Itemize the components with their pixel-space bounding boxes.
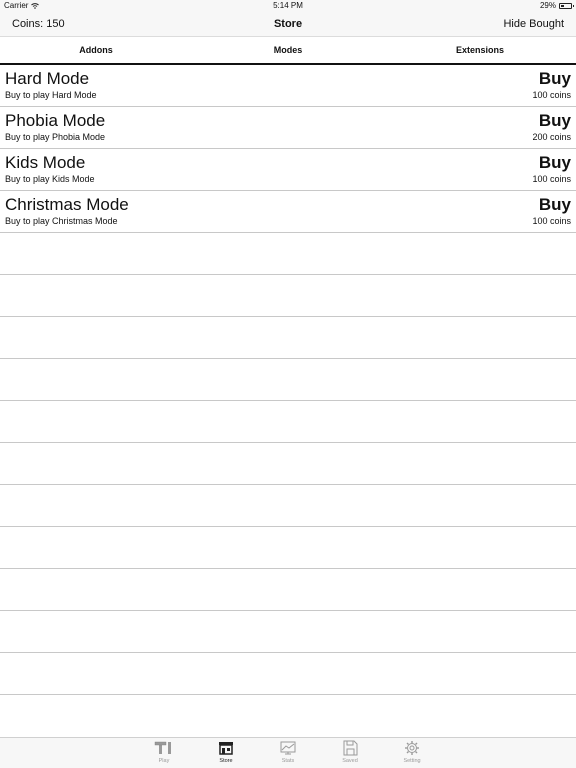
store-item-christmas-mode[interactable]: Christmas Mode Buy to play Christmas Mod… [0,191,576,233]
item-subtitle: Buy to play Christmas Mode [5,216,118,226]
tab-extensions[interactable]: Extensions [384,37,576,63]
tab-saved[interactable]: Saved [330,740,370,765]
battery-icon [559,3,574,9]
item-title: Hard Mode [5,69,90,88]
tab-label: Stats [281,758,295,764]
navigation-bar: Coins: 150 Store Hide Bought [0,12,576,37]
tab-addons[interactable]: Addons [0,37,192,63]
item-subtitle: Buy to play Hard Mode [5,90,97,100]
store-item-hard-mode[interactable]: Hard Mode Buy to play Hard Mode Buy 100 … [0,65,576,107]
empty-row [0,401,576,443]
item-title: Kids Mode [5,153,86,172]
battery-fill [561,5,564,7]
empty-row [0,653,576,695]
tab-label: Saved [342,758,358,764]
tab-store[interactable]: Store [206,740,246,765]
item-title: Christmas Mode [5,195,129,214]
tab-label: Setting [403,758,421,764]
empty-row [0,611,576,653]
item-price: 100 coins [532,216,571,226]
hide-bought-button[interactable]: Hide Bought [503,12,564,36]
store-category-tabs: Addons Modes Extensions [0,37,576,65]
status-time: 5:14 PM [273,1,303,10]
store-item-phobia-mode[interactable]: Phobia Mode Buy to play Phobia Mode Buy … [0,107,576,149]
bottom-tab-bar: Play Store Stats Saved Setting [0,737,576,768]
tab-stats[interactable]: Stats [268,740,308,765]
status-right: 29% [539,0,574,12]
buy-button[interactable]: Buy [539,194,571,215]
item-price: 100 coins [532,90,571,100]
gear-icon [405,741,419,755]
tab-label: Store [219,758,233,764]
item-price: 100 coins [532,174,571,184]
empty-row [0,359,576,401]
buy-button[interactable]: Buy [539,110,571,131]
empty-row [0,485,576,527]
store-item-list: Hard Mode Buy to play Hard Mode Buy 100 … [0,65,576,730]
store-icon [219,742,233,755]
tab-modes[interactable]: Modes [192,37,384,63]
stats-chart-icon [280,741,296,755]
empty-row [0,317,576,359]
tab-label: Play [158,758,170,764]
item-subtitle: Buy to play Kids Mode [5,174,95,184]
item-subtitle: Buy to play Phobia Mode [5,132,106,142]
tab-play[interactable]: Play [144,740,184,765]
floppy-disk-icon [343,740,358,756]
empty-row [0,443,576,485]
item-price: 200 coins [532,132,571,142]
empty-row [0,275,576,317]
status-bar: Carrier 5:14 PM 29% [0,0,576,12]
empty-row [0,569,576,611]
empty-row [0,695,576,730]
battery-percent: 29% [539,1,556,10]
buy-button[interactable]: Buy [539,68,571,89]
empty-row [0,527,576,569]
buy-button[interactable]: Buy [539,152,571,173]
item-title: Phobia Mode [5,111,106,130]
ti-logo-icon [154,741,171,754]
store-item-kids-mode[interactable]: Kids Mode Buy to play Kids Mode Buy 100 … [0,149,576,191]
page-title: Store [273,18,303,30]
empty-row [0,233,576,275]
tab-setting[interactable]: Setting [392,740,432,765]
